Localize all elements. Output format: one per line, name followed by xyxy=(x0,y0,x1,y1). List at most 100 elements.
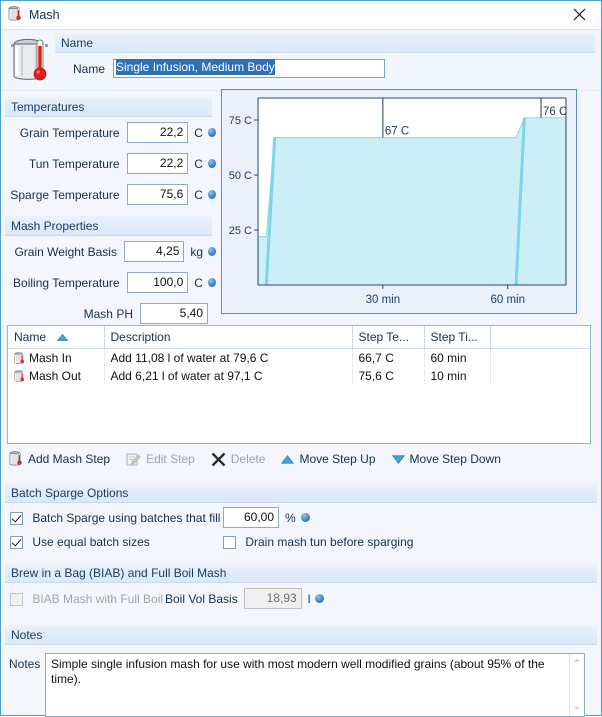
svg-text:60 min: 60 min xyxy=(490,294,525,306)
column-header-description[interactable]: Description xyxy=(104,326,353,349)
svg-text:76 C: 76 C xyxy=(543,106,567,118)
temperatures-section-title: Temperatures xyxy=(11,99,85,114)
tun-temperature-unit: C xyxy=(194,156,203,171)
cell-step-time: 10 min xyxy=(424,367,491,385)
scroll-down-icon[interactable]: ⌄ xyxy=(573,699,581,714)
batch-sparge-fill-checkbox[interactable] xyxy=(10,512,23,525)
window-title: Mash xyxy=(29,8,60,22)
notes-section: Notes Notes Simple single infusion mash … xyxy=(1,625,601,717)
tun-temperature-input[interactable]: 22,2 xyxy=(126,153,189,174)
notes-field-label: Notes xyxy=(9,657,41,671)
notes-scrollbar[interactable]: ⌃ ⌄ xyxy=(569,654,584,716)
boil-vol-basis-unit-button[interactable] xyxy=(315,594,325,603)
tun-temperature-unit-button[interactable] xyxy=(207,159,216,168)
boiling-temperature-label: Boiling Temperature xyxy=(13,275,120,290)
move-step-down-button[interactable]: Move Step Down xyxy=(391,452,501,466)
tun-temperature-label: Tun Temperature xyxy=(28,156,120,171)
edit-pencil-icon xyxy=(126,453,141,465)
close-button[interactable] xyxy=(557,1,601,28)
grain-temperature-input[interactable]: 22,2 xyxy=(126,122,189,143)
edit-step-button[interactable]: Edit Step xyxy=(126,452,195,467)
cell-step-time: 60 min xyxy=(424,348,491,367)
grain-weight-basis-unit-button[interactable] xyxy=(208,247,216,256)
sparge-temperature-unit: C xyxy=(194,187,203,202)
move-step-down-label: Move Step Down xyxy=(409,452,501,466)
sparge-temperature-input[interactable]: 75,6 xyxy=(126,184,189,205)
svg-text:25 C: 25 C xyxy=(229,225,252,237)
drain-mash-tun-row: Drain mash tun before sparging xyxy=(223,535,413,550)
boil-vol-basis-input[interactable]: 18,93 xyxy=(243,588,302,609)
mash-steps-table[interactable]: Name Description Step Te... Step Ti... M… xyxy=(7,325,591,444)
mash-steps-toolbar: Add Mash Step Edit Step Delete Move Step… xyxy=(9,451,517,467)
field-row-sparge-temperature: Sparge Temperature 75,6 C xyxy=(1,179,216,210)
boil-vol-basis-label: Boil Vol Basis xyxy=(165,591,238,606)
column-header-step-time[interactable]: Step Ti... xyxy=(424,326,491,349)
add-mash-step-button[interactable]: Add Mash Step xyxy=(9,451,110,467)
name-section-label: Name xyxy=(61,35,94,50)
boiling-temperature-unit-button[interactable] xyxy=(207,278,216,287)
scroll-up-icon[interactable]: ⌃ xyxy=(573,656,581,671)
cell-step-temp: 75,6 C xyxy=(352,367,425,385)
mash-profile-chart: 25 C 50 C 75 C 30 min 60 min 67 C 76 C xyxy=(221,89,577,314)
left-panel: Temperatures Grain Temperature 22,2 C Tu… xyxy=(1,97,216,329)
batch-sparge-section-title: Batch Sparge Options xyxy=(11,485,129,500)
mash-tun-icon xyxy=(8,5,22,25)
delete-label: Delete xyxy=(230,452,266,466)
column-header-name[interactable]: Name xyxy=(8,326,105,349)
boil-vol-basis-unit: l xyxy=(307,591,311,606)
equal-batch-sizes-row: Use equal batch sizes xyxy=(10,535,150,550)
batch-sparge-fill-input[interactable]: 60,00 xyxy=(223,507,279,528)
cell-name-label: Mash In xyxy=(29,351,72,365)
delete-button[interactable]: Delete xyxy=(211,452,266,467)
mash-dialog-window: Mash Name Name Single Infusion, Medium B… xyxy=(0,0,602,717)
edit-step-label: Edit Step xyxy=(146,452,195,466)
equal-batch-sizes-label: Use equal batch sizes xyxy=(32,535,150,549)
boiling-temperature-unit: C xyxy=(194,275,203,290)
biab-section-title: Brew in a Bag (BIAB) and Full Boil Mash xyxy=(11,565,227,580)
batch-sparge-section-header: Batch Sparge Options xyxy=(5,483,597,503)
table-row[interactable]: Mash In Add 11,08 l of water at 79,6 C 6… xyxy=(8,348,590,368)
sparge-temperature-unit-button[interactable] xyxy=(207,190,216,199)
column-header-step-temp[interactable]: Step Te... xyxy=(352,326,425,349)
cell-name: Mash Out xyxy=(8,367,105,385)
cell-description: Add 6,21 l of water at 97,1 C xyxy=(104,367,353,385)
move-step-up-button[interactable]: Move Step Up xyxy=(281,452,376,466)
biab-full-boil-checkbox[interactable] xyxy=(10,593,23,606)
name-input[interactable]: Single Infusion, Medium Body xyxy=(113,59,385,78)
equal-batch-sizes-checkbox[interactable] xyxy=(10,536,23,549)
delete-x-icon xyxy=(211,452,226,466)
grain-temperature-unit-button[interactable] xyxy=(207,128,216,137)
notes-section-title: Notes xyxy=(11,627,43,642)
biab-section-header: Brew in a Bag (BIAB) and Full Boil Mash xyxy=(5,563,597,583)
batch-sparge-fill-row: Batch Sparge using batches that fill xyxy=(10,511,220,526)
notes-value: Simple single infusion mash for use with… xyxy=(51,657,545,686)
sort-ascending-icon xyxy=(57,334,69,342)
table-row[interactable]: Mash Out Add 6,21 l of water at 97,1 C 7… xyxy=(8,367,590,385)
name-input-value: Single Infusion, Medium Body xyxy=(116,59,275,75)
mash-ph-input[interactable]: 5,40 xyxy=(140,303,208,324)
drain-mash-tun-checkbox[interactable] xyxy=(223,536,236,549)
mash-tun-icon xyxy=(14,370,24,382)
triangle-down-icon xyxy=(391,454,405,464)
biab-checkbox-row: BIAB Mash with Full Boil xyxy=(10,592,163,607)
grain-temperature-unit: C xyxy=(194,125,203,140)
field-row-boiling-temperature: Boiling Temperature 100,0 C xyxy=(1,267,216,298)
svg-text:30 min: 30 min xyxy=(366,294,401,306)
mash-properties-section-header: Mash Properties xyxy=(5,216,212,236)
column-header-filler[interactable] xyxy=(490,326,590,349)
svg-text:75 C: 75 C xyxy=(229,115,252,127)
notes-textarea[interactable]: Simple single infusion mash for use with… xyxy=(45,653,585,717)
batch-sparge-section: Batch Sparge Options Batch Sparge using … xyxy=(1,483,601,557)
biab-full-boil-label: BIAB Mash with Full Boil xyxy=(32,592,164,606)
grain-weight-basis-label: Grain Weight Basis xyxy=(14,244,117,259)
svg-text:67 C: 67 C xyxy=(385,126,409,138)
batch-sparge-fill-unit-button[interactable] xyxy=(300,513,310,522)
notes-section-header: Notes xyxy=(5,625,597,645)
mash-profile-chart-svg: 25 C 50 C 75 C 30 min 60 min 67 C 76 C xyxy=(229,97,567,306)
cell-step-temp: 66,7 C xyxy=(352,348,425,367)
cell-description: Add 11,08 l of water at 79,6 C xyxy=(104,348,353,367)
cell-filler xyxy=(490,349,590,368)
grain-weight-basis-unit: kg xyxy=(190,244,204,259)
boiling-temperature-input[interactable]: 100,0 xyxy=(126,272,189,293)
grain-weight-basis-input[interactable]: 4,25 xyxy=(123,241,185,262)
